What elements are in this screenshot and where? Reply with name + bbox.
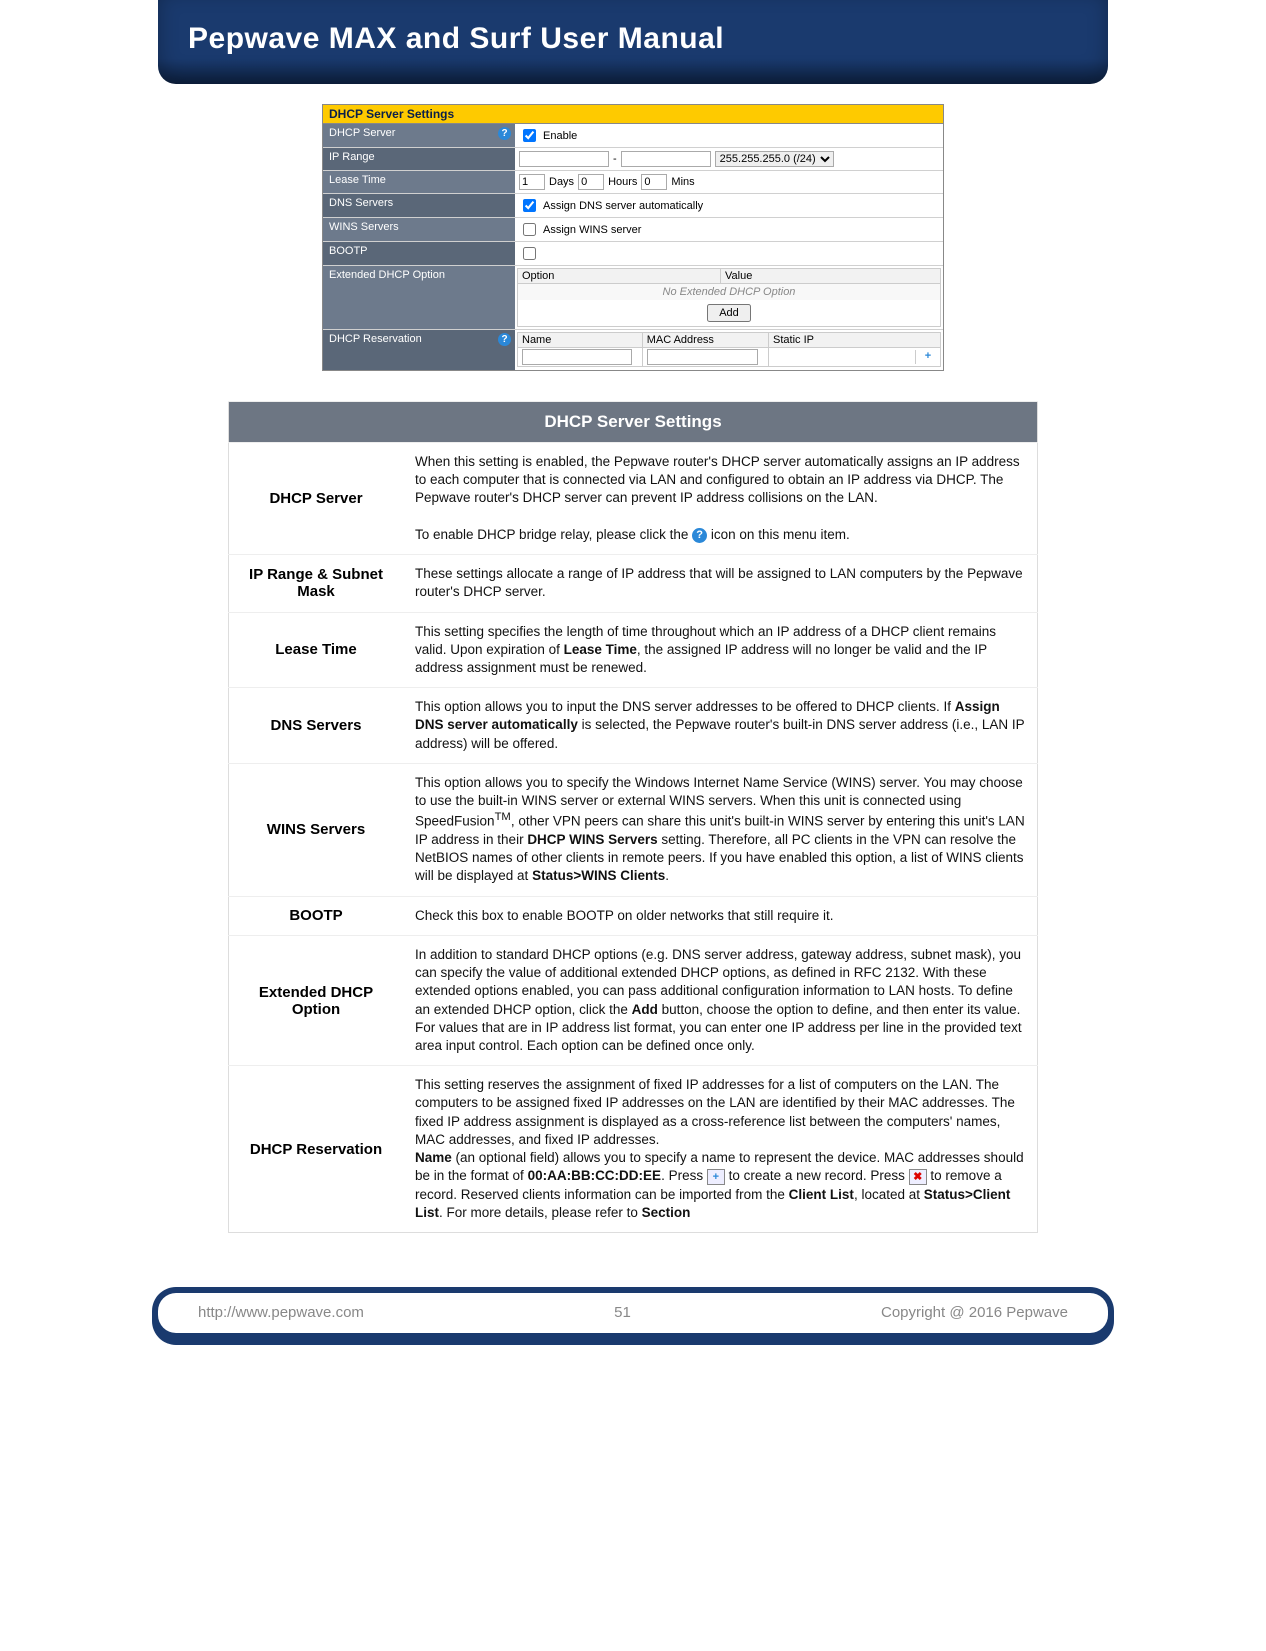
enable-label: Enable	[543, 130, 577, 142]
row-label-wins: WINS Servers	[323, 218, 515, 241]
dash-label: -	[613, 153, 617, 165]
resv-mac-input[interactable]	[647, 349, 758, 365]
lease-hours-input[interactable]	[578, 174, 604, 190]
dhcp-enable-checkbox[interactable]	[523, 129, 536, 142]
dns-auto-label: Assign DNS server automatically	[543, 200, 703, 212]
row-label-dhcp-resv: DHCP Reservation ?	[323, 330, 515, 370]
desc-label-ext: Extended DHCP Option	[229, 935, 404, 1065]
resv-col-name: Name	[518, 333, 643, 348]
footer-url: http://www.pepwave.com	[198, 1304, 364, 1321]
lease-days-input[interactable]	[519, 174, 545, 190]
ext-option-table: Option Value	[517, 268, 941, 284]
delete-icon: ✖	[909, 1169, 927, 1185]
desc-label-bootp: BOOTP	[229, 896, 404, 935]
footer-page-number: 51	[614, 1304, 631, 1321]
resv-name-input[interactable]	[522, 349, 632, 365]
row-label-ip-range: IP Range	[323, 148, 515, 170]
dhcp-settings-panel: DHCP Server Settings DHCP Server ? Enabl…	[322, 104, 944, 371]
subnet-mask-select[interactable]: 255.255.255.0 (/24)	[715, 151, 834, 167]
dns-auto-checkbox[interactable]	[523, 199, 536, 212]
days-label: Days	[549, 176, 574, 188]
document-header: Pepwave MAX and Surf User Manual	[158, 0, 1108, 84]
plus-icon: +	[707, 1169, 725, 1185]
ext-col-value: Value	[721, 269, 941, 284]
row-label-ext-dhcp: Extended DHCP Option	[323, 266, 515, 329]
ip-range-end-input[interactable]	[621, 151, 711, 167]
row-label-dns: DNS Servers	[323, 194, 515, 217]
ip-range-start-input[interactable]	[519, 151, 609, 167]
lease-mins-input[interactable]	[641, 174, 667, 190]
document-footer: http://www.pepwave.com 51 Copyright @ 20…	[158, 1293, 1108, 1353]
desc-label-dns: DNS Servers	[229, 688, 404, 764]
row-label-lease-time: Lease Time	[323, 171, 515, 193]
ext-empty-message: No Extended DHCP Option	[517, 284, 941, 300]
resv-ip-input[interactable]	[769, 350, 916, 364]
row-label-dhcp-server: DHCP Server ?	[323, 124, 515, 147]
help-icon[interactable]: ?	[498, 127, 511, 140]
desc-label-lease: Lease Time	[229, 612, 404, 688]
hours-label: Hours	[608, 176, 637, 188]
mins-label: Mins	[671, 176, 694, 188]
desc-body-dns: This option allows you to input the DNS …	[403, 688, 1038, 764]
desc-body-ext: In addition to standard DHCP options (e.…	[403, 935, 1038, 1065]
desc-label-wins: WINS Servers	[229, 763, 404, 896]
document-title: Pepwave MAX and Surf User Manual	[188, 22, 1078, 56]
desc-label-ip-range: IP Range & Subnet Mask	[229, 555, 404, 612]
panel-title: DHCP Server Settings	[323, 105, 943, 124]
desc-label-dhcp-server: DHCP Server	[229, 443, 404, 555]
resv-col-mac: MAC Address	[642, 333, 768, 348]
footer-copyright: Copyright @ 2016 Pepwave	[881, 1304, 1068, 1321]
ext-col-option: Option	[518, 269, 721, 284]
desc-body-dhcp-server: When this setting is enabled, the Pepwav…	[403, 443, 1038, 555]
desc-body-wins: This option allows you to specify the Wi…	[403, 763, 1038, 896]
plus-icon[interactable]: +	[916, 350, 940, 364]
desc-table-title: DHCP Server Settings	[229, 402, 1038, 443]
reservation-table: Name MAC Address Static IP +	[517, 332, 941, 367]
row-label-bootp: BOOTP	[323, 242, 515, 265]
resv-col-ip: Static IP	[769, 333, 941, 348]
desc-body-lease: This setting specifies the length of tim…	[403, 612, 1038, 688]
wins-checkbox[interactable]	[523, 223, 536, 236]
wins-label: Assign WINS server	[543, 224, 641, 236]
help-icon: ?	[692, 528, 707, 543]
description-table: DHCP Server Settings DHCP Server When th…	[228, 401, 1038, 1233]
desc-label-resv: DHCP Reservation	[229, 1066, 404, 1233]
bootp-checkbox[interactable]	[523, 247, 536, 260]
desc-body-ip-range: These settings allocate a range of IP ad…	[403, 555, 1038, 612]
add-button[interactable]: Add	[707, 304, 751, 322]
desc-body-bootp: Check this box to enable BOOTP on older …	[403, 896, 1038, 935]
desc-body-resv: This setting reserves the assignment of …	[403, 1066, 1038, 1233]
help-icon[interactable]: ?	[498, 333, 511, 346]
